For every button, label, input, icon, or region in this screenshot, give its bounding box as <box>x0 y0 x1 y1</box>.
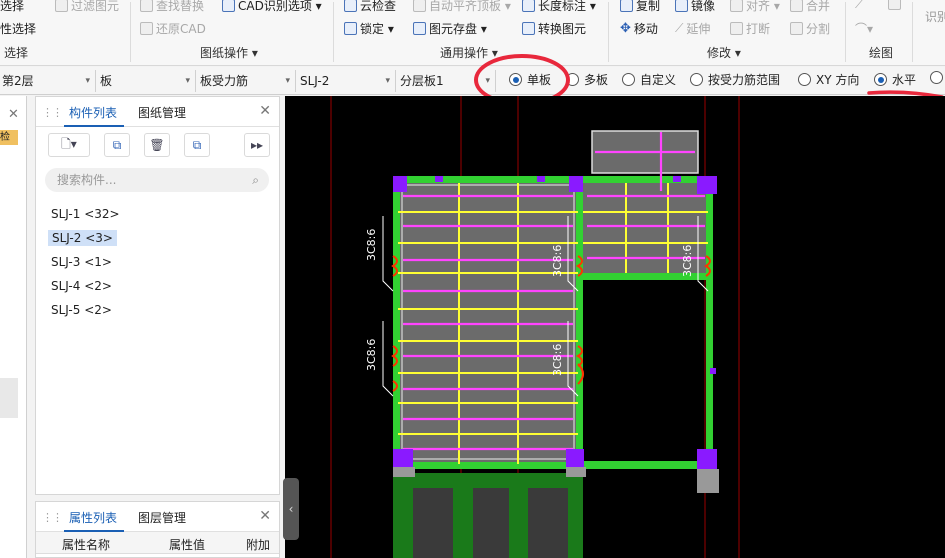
copy-component-button[interactable]: ⧉ <box>104 133 130 157</box>
close-icon[interactable]: ✕ <box>8 107 19 122</box>
list-item-selected[interactable]: SLJ-2 <3> <box>48 230 117 246</box>
trash-icon: 🗑 <box>149 138 165 152</box>
property-panel: ⋮⋮ 属性列表 图层管理 ✕ 属性名称 属性值 附加 <box>35 501 280 558</box>
tab-properties[interactable]: 属性列表 <box>69 509 117 526</box>
component-panel-tabs: ⋮⋮ 构件列表 图纸管理 ✕ <box>36 97 279 127</box>
rebar-label: 3C8:6 <box>681 244 694 277</box>
col-extra: 附加 <box>246 538 271 552</box>
lower-block <box>413 488 453 558</box>
rebar-label: 3C8:6 <box>365 228 378 261</box>
layer-copy-button[interactable]: ⧉ <box>184 133 210 157</box>
lower-block <box>528 488 568 558</box>
column-grey <box>697 469 719 493</box>
beam <box>706 176 713 471</box>
new-file-icon: 🗋▾ <box>61 136 77 151</box>
beam <box>583 461 708 469</box>
beam <box>393 462 583 469</box>
list-item[interactable]: SLJ-5 <2> <box>51 303 112 317</box>
left-side-strip: ✕ 检验 <box>0 96 27 558</box>
tab-component-list[interactable]: 构件列表 <box>69 104 117 121</box>
rebar-label: 3C8:6 <box>551 244 564 277</box>
list-item[interactable]: SLJ-3 <1> <box>51 255 112 269</box>
active-tab-indicator <box>64 125 124 127</box>
drag-handle-icon[interactable]: ⋮⋮ <box>42 106 63 119</box>
beam <box>576 176 583 473</box>
chevron-left-icon: ‹ <box>288 502 294 516</box>
list-item[interactable]: SLJ-1 <32> <box>51 207 120 221</box>
column-grey <box>393 467 415 477</box>
lower-block <box>473 488 509 558</box>
layer-copy-icon: ⧉ <box>192 137 202 152</box>
delete-component-button[interactable]: 🗑 <box>144 133 170 157</box>
new-component-button[interactable]: 🗋▾ <box>48 133 90 157</box>
column-grey <box>566 467 586 477</box>
rebar-label: 3C8:6 <box>551 343 564 376</box>
list-item[interactable]: SLJ-4 <2> <box>51 279 112 293</box>
drag-handle-icon[interactable]: ⋮⋮ <box>42 511 63 524</box>
check-tag[interactable]: 检验 <box>0 130 18 145</box>
more-button[interactable]: ▸▸ <box>244 133 270 157</box>
search-placeholder: 搜索构件... <box>57 173 117 187</box>
col-property-value: 属性值 <box>169 538 206 552</box>
tab-drawing-management[interactable]: 图纸管理 <box>138 104 186 121</box>
floor-plan-drawing <box>330 96 740 558</box>
search-icon: ⌕ <box>252 173 259 187</box>
close-icon[interactable]: ✕ <box>259 508 271 524</box>
panel-collapse-handle[interactable]: ‹ <box>283 478 299 540</box>
tab-layer-management[interactable]: 图层管理 <box>138 509 186 526</box>
beam <box>393 176 400 473</box>
copy-icon: ⧉ <box>112 137 122 152</box>
double-chevron-right-icon: ▸▸ <box>250 138 264 152</box>
side-tab[interactable] <box>0 378 18 418</box>
rebar-label: 3C8:6 <box>365 338 378 371</box>
drawing-canvas[interactable]: 3C8:6 3C8:6 3C8:6 3C8:6 3C8:6 <box>285 96 945 558</box>
component-list-panel: ⋮⋮ 构件列表 图纸管理 ✕ 🗋▾ ⧉ 🗑 ⧉ ▸▸ 搜索构件... ⌕ SLJ-… <box>35 96 280 495</box>
col-property-name: 属性名称 <box>62 538 111 552</box>
property-panel-tabs: ⋮⋮ 属性列表 图层管理 ✕ <box>36 502 279 532</box>
search-input[interactable]: 搜索构件... ⌕ <box>45 168 269 192</box>
property-table-header: 属性名称 属性值 附加 <box>36 532 279 554</box>
close-icon[interactable]: ✕ <box>259 103 271 119</box>
